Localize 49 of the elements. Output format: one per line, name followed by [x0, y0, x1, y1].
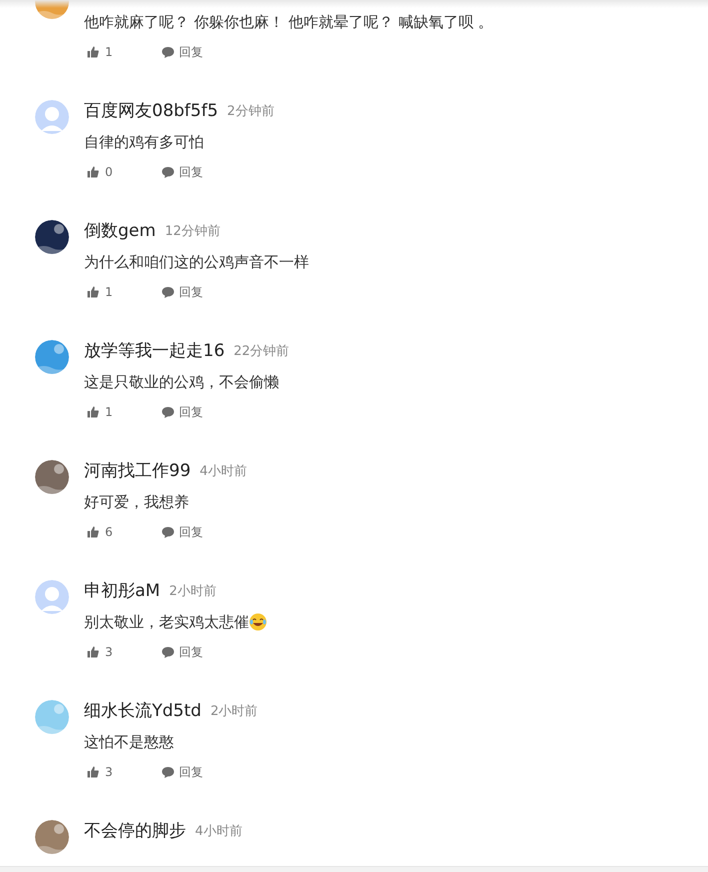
- reply-button[interactable]: 回复: [162, 763, 203, 781]
- speech-bubble-icon: [162, 166, 174, 178]
- user-name[interactable]: 河南找工作99: [84, 459, 191, 485]
- comment-time: 2小时前: [169, 583, 216, 602]
- thumbs-up-icon: [87, 406, 99, 418]
- comment-text: 自律的鸡有多可怕: [84, 132, 204, 153]
- comment-text: 这怕不是憨憨: [84, 732, 174, 753]
- thumbs-up-icon: [87, 286, 99, 298]
- comment-text: 好可爱，我想养: [84, 492, 189, 513]
- reply-button[interactable]: 回复: [162, 523, 203, 541]
- like-button[interactable]: 3: [87, 643, 162, 661]
- speech-bubble-icon: [162, 766, 174, 778]
- like-button[interactable]: 3: [87, 763, 162, 781]
- comment-time: 4小时前: [200, 463, 247, 482]
- thumbs-up-icon: [87, 646, 99, 658]
- thumbs-up-icon: [87, 766, 99, 778]
- reply-button[interactable]: 回复: [162, 643, 203, 661]
- reply-button[interactable]: 回复: [162, 283, 203, 301]
- like-button[interactable]: 1: [87, 403, 162, 421]
- thumbs-up-icon: [87, 526, 99, 538]
- comment-time: 4小时前: [195, 823, 242, 842]
- comment-time: 22分钟前: [234, 343, 290, 362]
- reply-button[interactable]: 回复: [162, 403, 203, 421]
- comment-time: 2分钟前: [227, 103, 274, 122]
- reply-button[interactable]: 回复: [162, 163, 203, 181]
- user-name[interactable]: 倒数gem: [84, 219, 156, 245]
- reply-button[interactable]: 回复: [162, 43, 203, 61]
- comment-text: 他咋就麻了呢？ 你躲你也麻！ 他咋就晕了呢？ 喊缺氧了呗 。: [84, 12, 494, 33]
- comment-text: 这是只敬业的公鸡，不会偷懒: [84, 372, 279, 393]
- like-button[interactable]: 6: [87, 523, 162, 541]
- speech-bubble-icon: [162, 406, 174, 418]
- like-button[interactable]: 0: [87, 163, 162, 181]
- comment-text: 为什么和咱们这的公鸡声音不一样: [84, 252, 309, 273]
- speech-bubble-icon: [162, 286, 174, 298]
- user-name[interactable]: 放学等我一起走16: [84, 339, 225, 365]
- user-name[interactable]: 细水长流Yd5td: [84, 699, 202, 725]
- like-button[interactable]: 1: [87, 283, 162, 301]
- speech-bubble-icon: [162, 646, 174, 658]
- comment-time: 12分钟前: [164, 223, 220, 242]
- user-name[interactable]: 不会停的脚步: [84, 819, 186, 845]
- speech-bubble-icon: [162, 526, 174, 538]
- comment-time: 2小时前: [210, 703, 258, 722]
- speech-bubble-icon: [162, 46, 174, 58]
- thumbs-up-icon: [87, 166, 99, 178]
- thumbs-up-icon: [87, 46, 99, 58]
- comment-text: 别太敬业，老实鸡太悲催: [84, 612, 249, 633]
- like-button[interactable]: 1: [87, 43, 162, 61]
- user-name[interactable]: 申初彤aM: [84, 579, 160, 605]
- user-name[interactable]: 百度网友08bf5f5: [84, 99, 218, 125]
